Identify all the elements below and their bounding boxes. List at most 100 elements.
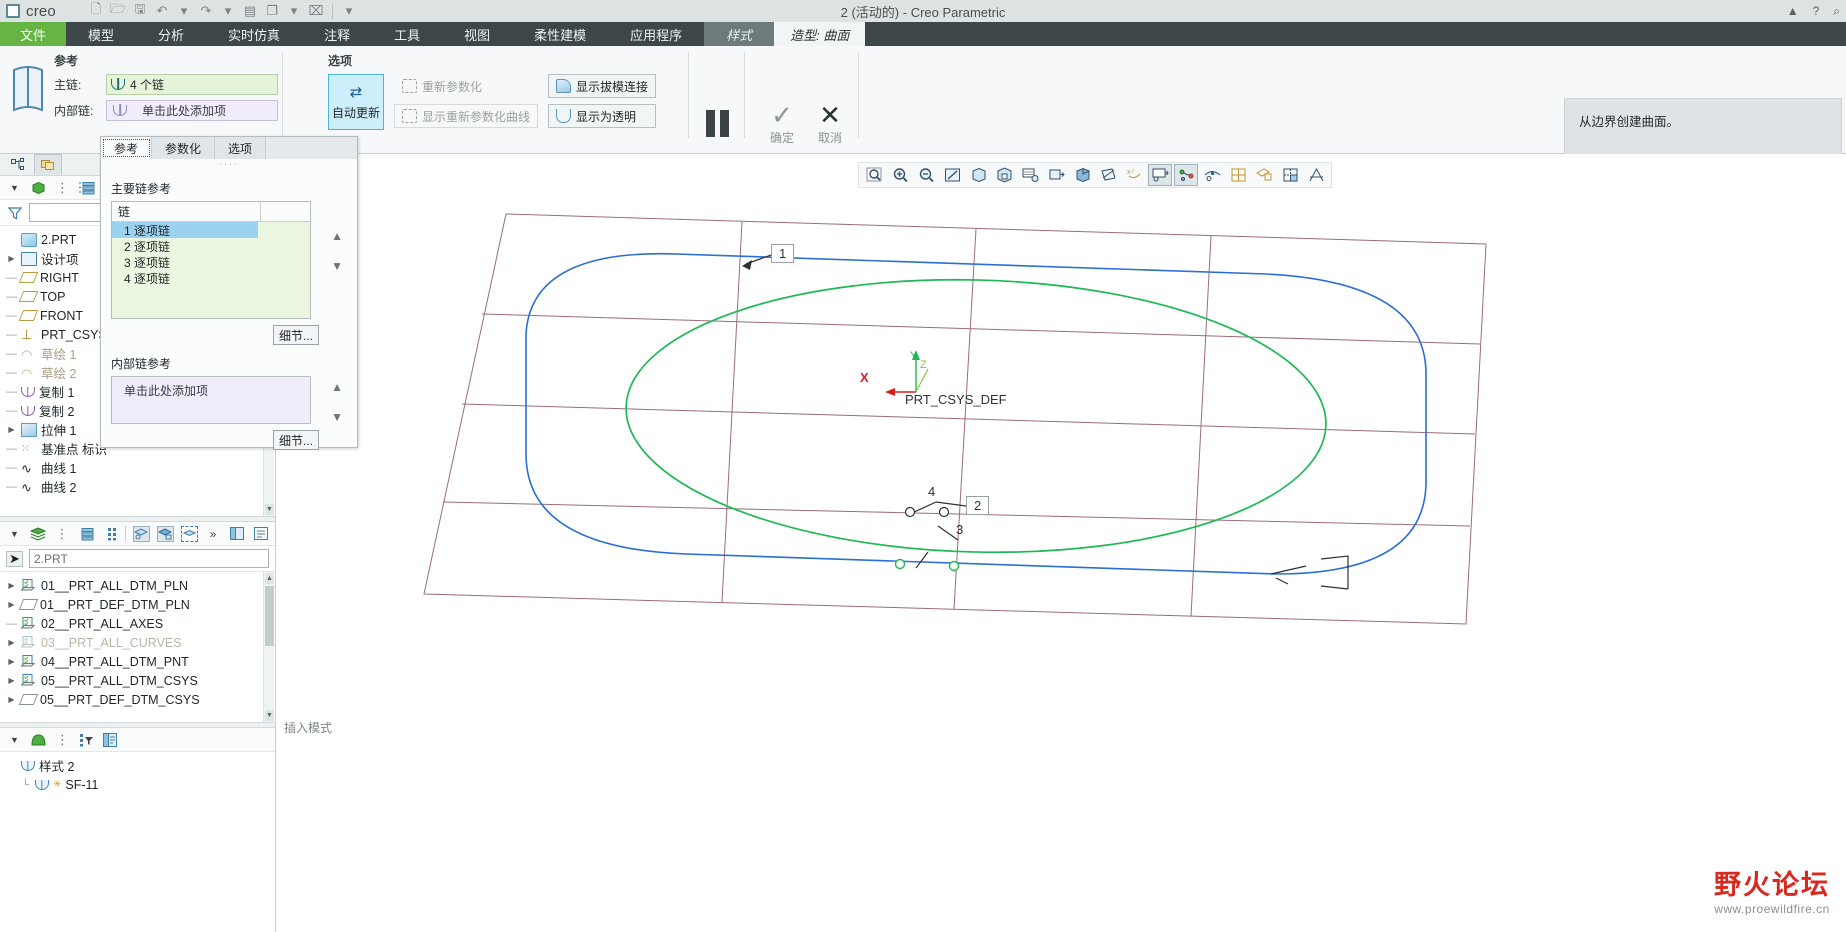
layer-tree-toolbar[interactable]: ▼ ⋮ » (0, 522, 275, 546)
expander-icon[interactable]: ▶ (6, 695, 17, 704)
tab-tools[interactable]: 工具 (372, 22, 442, 46)
inner-chain-field[interactable]: 单击此处添加项 (106, 100, 278, 121)
style-root-node[interactable]: 样式 2 (2, 756, 275, 775)
window-switch-icon[interactable]: ❐ (262, 2, 282, 20)
show-transparent-button[interactable]: 显示为透明 (548, 104, 657, 128)
expander-icon[interactable]: ▶ (6, 638, 17, 647)
layer-item-01-all-dtm-pln[interactable]: ▶ 01__PRT_ALL_DTM_PLN (2, 576, 275, 595)
chain-row-1[interactable]: 1 逐项链 (112, 222, 258, 238)
layer-tree-tab[interactable] (34, 154, 62, 175)
coordinate-system[interactable] (885, 350, 929, 396)
tree-settings-icon[interactable]: ⋮ (54, 180, 71, 196)
ribbon-tab-strip[interactable]: 文件 模型 分析 实时仿真 注释 工具 视图 柔性建模 应用程序 样式 造型: … (0, 22, 1846, 46)
expander-icon[interactable]: ▶ (6, 254, 17, 263)
customize-qat-icon[interactable]: ▾ (339, 2, 359, 20)
expander-icon[interactable]: ▶ (6, 600, 17, 609)
main-chain-details-button[interactable]: 细节... (273, 325, 319, 345)
move-down-icon[interactable]: ▼ (331, 410, 343, 424)
layer-properties-icon[interactable] (228, 526, 245, 542)
style-settings-icon[interactable]: ⋮ (54, 732, 71, 748)
chain-tag-4[interactable]: 4 (928, 484, 935, 499)
layer-item-05-def-dtm-csys[interactable]: ▶ 05__PRT_DEF_DTM_CSYS (2, 690, 275, 709)
model-viewport[interactable] (276, 154, 1846, 932)
undo-icon[interactable]: ↶ (152, 2, 172, 20)
scroll-up-arrow[interactable]: ▲ (265, 573, 274, 584)
chain-reorder-arrows[interactable]: ▲ ▼ (331, 229, 343, 273)
tree-list-icon[interactable] (78, 180, 95, 196)
layer-settings-icon[interactable]: ⋮ (54, 526, 71, 542)
style-item-sf-11[interactable]: └ ✳ SF-11 (2, 775, 275, 794)
layer-item-05-all-dtm-csys[interactable]: ▶ 05__PRT_ALL_DTM_CSYS (2, 671, 275, 690)
style-tree-toolbar[interactable]: ▼ ⋮ (0, 728, 275, 752)
pause-button[interactable] (706, 110, 729, 137)
layer-item-02-all-axes[interactable]: — 02__PRT_ALL_AXES (2, 614, 275, 633)
scroll-down-arrow[interactable]: ▼ (265, 504, 274, 515)
tab-analysis[interactable]: 分析 (136, 22, 206, 46)
redo-icon[interactable]: ↷ (196, 2, 216, 20)
layer-item-03-all-curves[interactable]: ▶ 03__PRT_ALL_CURVES (2, 633, 275, 652)
window-dropdown-icon[interactable]: ▾ (284, 2, 304, 20)
layer-tree-search-input[interactable] (29, 549, 269, 568)
layer-item-04-all-dtm-pnt[interactable]: ▶ 04__PRT_ALL_DTM_PNT (2, 652, 275, 671)
open-file-icon[interactable]: 🗁 (108, 1, 128, 20)
panel-tab-references[interactable]: 参考 (101, 137, 153, 159)
style-info-icon[interactable] (102, 732, 119, 748)
expander-icon[interactable]: ▶ (6, 425, 17, 434)
minimize-ribbon-icon[interactable]: ▲ (1787, 4, 1799, 18)
main-chain-list[interactable]: 链 1 逐项链 2 逐项链 3 逐项链 4 逐项链 (111, 201, 311, 319)
save-icon[interactable]: 🖫 (130, 1, 150, 20)
layer-item-01-def-dtm-pln[interactable]: ▶ 01__PRT_DEF_DTM_PLN (2, 595, 275, 614)
move-up-icon[interactable]: ▲ (331, 380, 343, 394)
quick-access-toolbar[interactable]: 🗋 🗁 🖫 ↶ ▾ ↷ ▾ ▤ ❐ ▾ ⌧ ▾ (86, 1, 359, 20)
chain-tag-3[interactable]: 3 (956, 522, 963, 537)
search-icon[interactable]: ⌕ (1833, 4, 1840, 19)
tab-view[interactable]: 视图 (442, 22, 512, 46)
layer-more-icon[interactable]: » (205, 526, 222, 542)
move-down-icon[interactable]: ▼ (331, 259, 343, 273)
panel-drag-grip[interactable]: ···· (101, 159, 357, 170)
style-filter-icon[interactable] (78, 732, 95, 748)
redo-dropdown-icon[interactable]: ▾ (218, 2, 238, 20)
auto-update-button[interactable]: ⇄ 自动更新 (328, 74, 384, 130)
chain-tag-1[interactable]: 1 (771, 244, 795, 263)
layer-select-icon[interactable] (180, 525, 198, 542)
window-controls[interactable]: ▲ ? ⌕ (1787, 0, 1840, 22)
tab-styling-surface[interactable]: 造型: 曲面 (774, 22, 866, 46)
chain-row-2[interactable]: 2 逐项链 (112, 238, 258, 254)
chain-row-3[interactable]: 3 逐项链 (112, 254, 258, 270)
expander-icon[interactable]: ▶ (6, 676, 17, 685)
pointer-icon[interactable]: ➤ (6, 550, 23, 567)
model-cube-icon[interactable] (30, 180, 47, 196)
layers-stack-icon[interactable] (30, 526, 47, 542)
style-surface-icon[interactable] (30, 732, 47, 748)
move-up-icon[interactable]: ▲ (331, 229, 343, 243)
undo-dropdown-icon[interactable]: ▾ (174, 2, 194, 20)
layer-tree[interactable]: ▶ 01__PRT_ALL_DTM_PLN ▶ 01__PRT_DEF_DTM_… (0, 572, 275, 722)
expander-icon[interactable]: ▶ (6, 657, 17, 666)
layer-list-icon[interactable] (77, 526, 94, 542)
tab-style[interactable]: 样式 (704, 22, 775, 46)
layer-info-icon[interactable] (252, 526, 269, 542)
inner-chain-details-button[interactable]: 细节... (273, 430, 319, 450)
main-chain-field[interactable]: 4 个链 (106, 74, 278, 95)
tab-applications[interactable]: 应用程序 (608, 22, 704, 46)
layer-columns-icon[interactable] (101, 526, 118, 542)
layer-collapse-icon[interactable]: ▼ (6, 526, 23, 542)
scroll-down-arrow[interactable]: ▼ (265, 710, 274, 721)
tree-collapse-icon[interactable]: ▼ (6, 180, 23, 196)
tree-item-curve-2[interactable]: — ∿ 曲线 2 (2, 477, 275, 496)
new-file-icon[interactable]: 🗋 (86, 1, 106, 20)
tab-live-simulation[interactable]: 实时仿真 (206, 22, 302, 46)
expander-icon[interactable]: ▶ (6, 581, 17, 590)
chain-row-4[interactable]: 4 逐项链 (112, 270, 258, 286)
style-tree[interactable]: 样式 2 └ ✳ SF-11 (0, 752, 275, 794)
layer-display-icon[interactable] (133, 525, 150, 542)
reparameterize-button[interactable]: 重新参数化 (394, 74, 538, 98)
help-icon[interactable]: ? (1813, 4, 1820, 18)
cancel-button[interactable]: ✕ 取消 (818, 102, 842, 146)
inner-boundary-curve[interactable] (623, 271, 1330, 561)
chain-tag-2[interactable]: 2 (966, 496, 990, 515)
inner-chain-list[interactable]: 单击此处添加项 (111, 376, 311, 424)
graphics-window[interactable]: x / PRT_CSYS_DEF X Y Z 1 2 3 4 插入模式 野火论坛… (276, 154, 1846, 932)
regenerate-icon[interactable]: ▤ (240, 2, 260, 20)
